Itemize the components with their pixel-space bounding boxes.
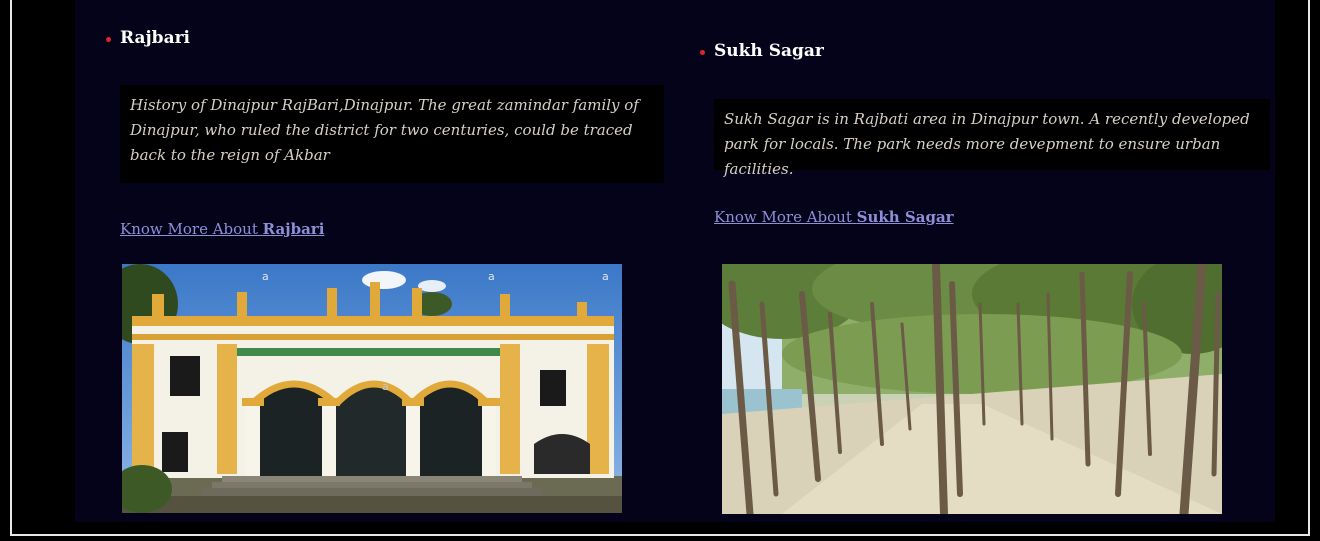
section-description: History of Dinajpur RajBari,Dinajpur. Th… [120, 85, 664, 183]
bullet-icon [700, 50, 705, 55]
link-prefix: Know More About [120, 220, 263, 238]
section-title: Sukh Sagar [714, 41, 824, 61]
section-title: Rajbari [120, 28, 191, 48]
know-more-link-sukh-sagar[interactable]: Know More About Sukh Sagar [714, 208, 954, 226]
watermark-text: a [382, 380, 389, 393]
watermark-text: a [262, 270, 269, 283]
watermark-text: a [488, 270, 495, 283]
link-name: Rajbari [262, 220, 325, 238]
know-more-link-rajbari[interactable]: Know More About Rajbari [120, 220, 324, 238]
link-name: Sukh Sagar [856, 208, 954, 226]
watermark-text: a [602, 270, 609, 283]
section-description: Sukh Sagar is in Rajbati area in Dinajpu… [714, 99, 1270, 178]
sukh-sagar-photo [722, 264, 1222, 514]
frame-border-left [10, 0, 12, 536]
content-panel: Rajbari History of Dinajpur RajBari,Dina… [75, 0, 1275, 522]
bullet-icon [106, 37, 111, 42]
link-prefix: Know More About [714, 208, 857, 226]
frame-border-right [1308, 0, 1310, 536]
rajbari-photo: a a a a [122, 264, 622, 513]
frame-border-bottom [10, 534, 1310, 536]
